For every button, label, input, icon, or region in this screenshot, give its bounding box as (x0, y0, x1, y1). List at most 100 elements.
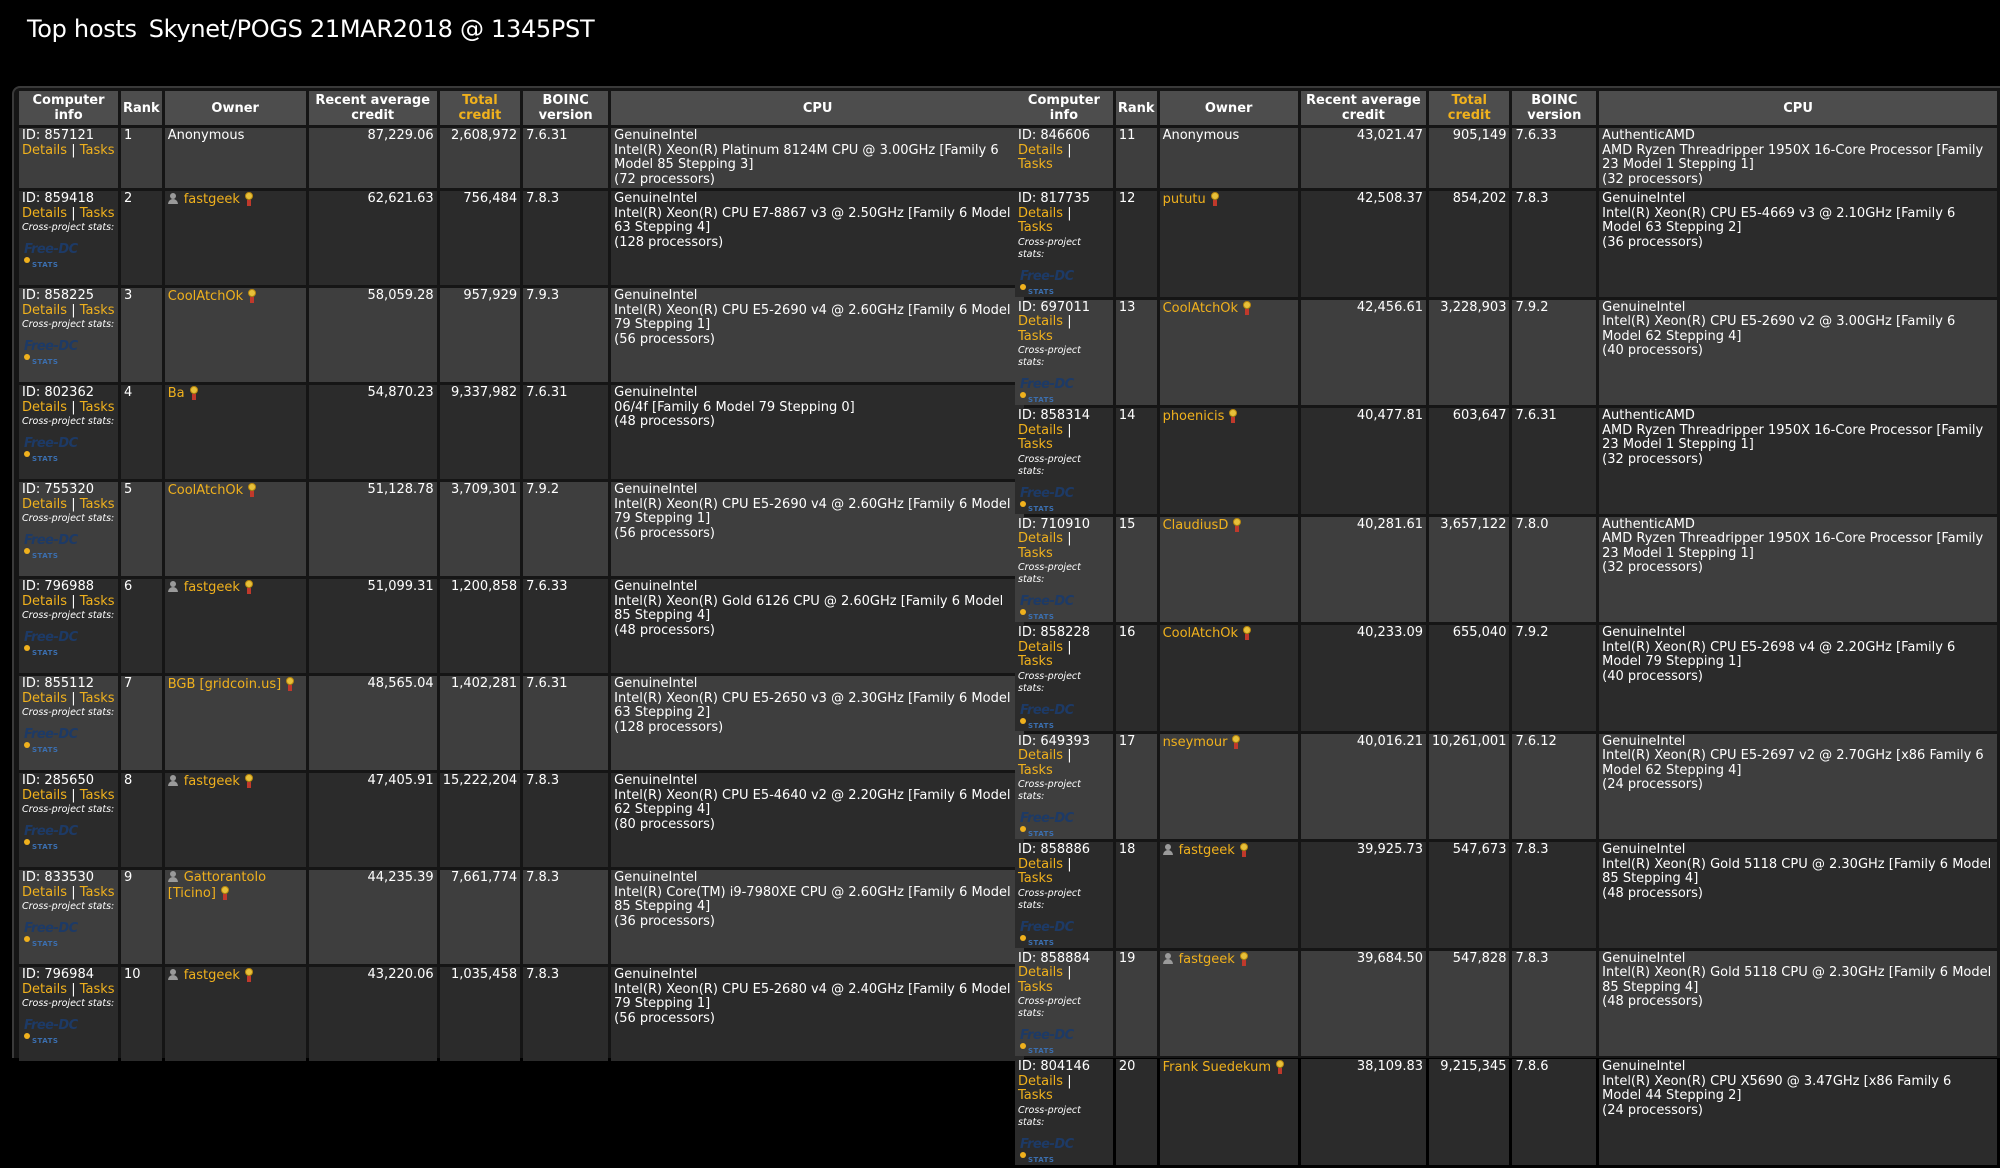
details-link[interactable]: Details (22, 885, 67, 900)
owner-link[interactable]: CoolAtchOk (1163, 626, 1239, 641)
details-link[interactable]: Details (22, 303, 67, 318)
owner-link[interactable]: fastgeek (1179, 843, 1235, 858)
col-header-rank[interactable]: Rank (1115, 91, 1157, 125)
tasks-link[interactable]: Tasks (1018, 1088, 1053, 1103)
free-dc-stats-logo[interactable]: Free-DC STATS (22, 242, 84, 269)
details-link[interactable]: Details (1018, 531, 1063, 546)
user-profile-icon[interactable] (167, 193, 178, 204)
tasks-link[interactable]: Tasks (80, 594, 115, 609)
owner-link[interactable]: fastgeek (184, 774, 240, 789)
tasks-link[interactable]: Tasks (1018, 546, 1053, 561)
free-dc-stats-logo[interactable]: Free-DC STATS (1018, 269, 1080, 296)
owner-link[interactable]: phoenicis (1163, 409, 1225, 424)
owner-link[interactable]: fastgeek (184, 968, 240, 983)
details-link[interactable]: Details (22, 788, 67, 803)
col-header-total-credit[interactable]: Total credit (439, 91, 521, 125)
col-header-owner[interactable]: Owner (1159, 91, 1298, 125)
owner-link[interactable]: fastgeek (184, 580, 240, 595)
col-header-boinc-version[interactable]: BOINC version (1512, 91, 1597, 125)
tasks-link[interactable]: Tasks (1018, 763, 1053, 778)
free-dc-stats-logo[interactable]: Free-DC STATS (1018, 1137, 1080, 1164)
owner-link[interactable]: pututu (1163, 192, 1206, 207)
owner-cell: CoolAtchOk (164, 482, 306, 576)
col-header-recent-average-credit[interactable]: Recent average credit (1300, 91, 1427, 125)
details-link[interactable]: Details (22, 691, 67, 706)
user-profile-icon[interactable] (1162, 952, 1173, 964)
details-link[interactable]: Details (22, 497, 67, 512)
owner-link[interactable]: CoolAtchOk (168, 289, 244, 304)
details-link[interactable]: Details (22, 206, 67, 221)
details-link[interactable]: Details (1018, 143, 1063, 158)
details-link[interactable]: Details (22, 143, 67, 158)
col-header-cpu[interactable]: CPU (1599, 91, 1997, 125)
owner-link[interactable]: nseymour (1163, 735, 1228, 750)
tasks-link[interactable]: Tasks (1018, 654, 1053, 669)
tasks-link[interactable]: Tasks (80, 143, 115, 158)
owner-link[interactable]: fastgeek (184, 192, 240, 207)
tasks-link[interactable]: Tasks (80, 982, 115, 997)
tasks-link[interactable]: Tasks (1018, 157, 1053, 172)
free-dc-stats-logo[interactable]: Free-DC STATS (1018, 1028, 1080, 1055)
free-dc-stats-logo[interactable]: Free-DC STATS (22, 436, 84, 463)
tasks-link[interactable]: Tasks (80, 885, 115, 900)
details-link[interactable]: Details (1018, 423, 1063, 438)
free-dc-stats-logo[interactable]: Free-DC STATS (22, 921, 84, 948)
tasks-link[interactable]: Tasks (1018, 871, 1053, 886)
page-subtitle: Skynet/POGS 21MAR2018 @ 1345PST (148, 15, 595, 43)
free-dc-stats-logo[interactable]: Free-DC STATS (1018, 377, 1080, 404)
free-dc-stats-logo[interactable]: Free-DC STATS (1018, 594, 1080, 621)
free-dc-stats-logo[interactable]: Free-DC STATS (22, 533, 84, 560)
owner-link[interactable]: ClaudiusD (1163, 518, 1229, 533)
col-header-computer-info[interactable]: Computer info (1015, 91, 1113, 125)
details-link[interactable]: Details (1018, 965, 1063, 980)
free-dc-stats-logo[interactable]: Free-DC STATS (1018, 486, 1080, 513)
col-header-rank[interactable]: Rank (121, 91, 162, 125)
tasks-link[interactable]: Tasks (80, 206, 115, 221)
free-dc-stats-logo[interactable]: Free-DC STATS (1018, 811, 1080, 838)
details-link[interactable]: Details (22, 982, 67, 997)
details-link[interactable]: Details (1018, 640, 1063, 655)
free-dc-stats-logo[interactable]: Free-DC STATS (22, 630, 84, 657)
user-profile-icon[interactable] (167, 581, 178, 592)
free-dc-stats-logo[interactable]: Free-DC STATS (22, 1018, 84, 1045)
owner-link[interactable]: Gattorantolo [Ticino] (168, 870, 266, 901)
owner-link[interactable]: Frank Suedekum (1163, 1060, 1272, 1075)
col-header-computer-info[interactable]: Computer info (19, 91, 118, 125)
tasks-link[interactable]: Tasks (80, 497, 115, 512)
tasks-link[interactable]: Tasks (1018, 437, 1053, 452)
tasks-link[interactable]: Tasks (80, 400, 115, 415)
details-link[interactable]: Details (1018, 1074, 1063, 1089)
col-header-cpu[interactable]: CPU (611, 91, 1025, 125)
free-dc-stats-logo[interactable]: Free-DC STATS (22, 727, 84, 754)
col-header-boinc-version[interactable]: BOINC version (523, 91, 609, 125)
details-link[interactable]: Details (22, 400, 67, 415)
owner-link[interactable]: CoolAtchOk (1163, 301, 1239, 316)
tasks-link[interactable]: Tasks (80, 788, 115, 803)
computer-info-cell: ID: 833530 Details | Tasks Cross-project s… (19, 870, 118, 964)
user-profile-icon[interactable] (167, 969, 178, 980)
col-header-total-credit[interactable]: Total credit (1429, 91, 1510, 125)
owner-link[interactable]: BGB [gridcoin.us] (168, 677, 282, 692)
free-dc-stats-logo[interactable]: Free-DC STATS (22, 824, 84, 851)
tasks-link[interactable]: Tasks (1018, 220, 1053, 235)
owner-link[interactable]: CoolAtchOk (168, 483, 244, 498)
details-link[interactable]: Details (1018, 206, 1063, 221)
user-profile-icon[interactable] (167, 775, 178, 786)
user-profile-icon[interactable] (167, 871, 178, 882)
user-profile-icon[interactable] (1162, 844, 1173, 855)
free-dc-stats-logo[interactable]: Free-DC STATS (22, 339, 84, 366)
tasks-link[interactable]: Tasks (1018, 329, 1053, 344)
free-dc-stats-logo[interactable]: Free-DC STATS (1018, 703, 1080, 730)
tasks-link[interactable]: Tasks (80, 691, 115, 706)
free-dc-stats-logo[interactable]: Free-DC STATS (1018, 920, 1080, 947)
details-link[interactable]: Details (1018, 748, 1063, 763)
details-link[interactable]: Details (1018, 314, 1063, 329)
details-link[interactable]: Details (22, 594, 67, 609)
details-link[interactable]: Details (1018, 857, 1063, 872)
owner-link[interactable]: fastgeek (1179, 952, 1235, 967)
tasks-link[interactable]: Tasks (80, 303, 115, 318)
col-header-owner[interactable]: Owner (164, 91, 306, 125)
col-header-recent-average-credit[interactable]: Recent average credit (308, 91, 437, 125)
tasks-link[interactable]: Tasks (1018, 980, 1053, 995)
owner-link[interactable]: Ba (168, 386, 185, 401)
